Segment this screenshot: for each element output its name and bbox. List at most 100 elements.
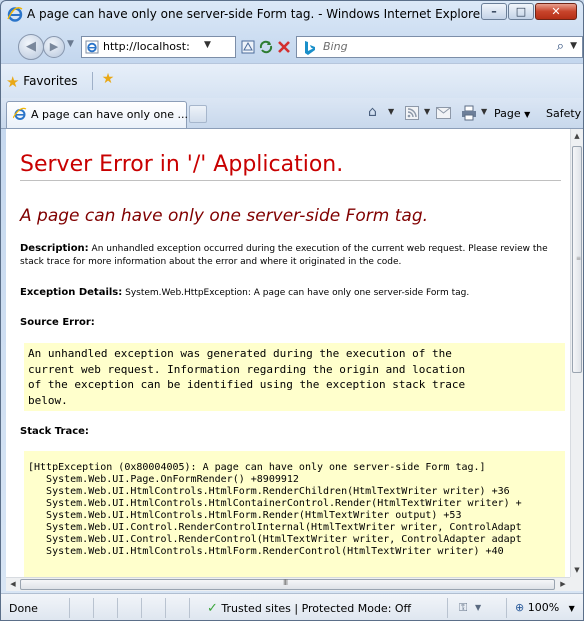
- safety-menu[interactable]: Safety: [546, 107, 581, 120]
- search-icon[interactable]: ⌕: [557, 39, 564, 54]
- maximize-button[interactable]: □: [508, 3, 534, 20]
- browser-tab[interactable]: A page can have only one ...: [6, 101, 188, 128]
- scroll-right-icon[interactable]: ▶: [556, 578, 570, 591]
- home-dropdown-icon[interactable]: ▼: [388, 107, 394, 116]
- maximize-icon: □: [515, 5, 527, 18]
- search-placeholder: Bing: [323, 40, 348, 53]
- home-icon[interactable]: ⌂: [368, 104, 377, 120]
- protected-mode-icon[interactable]: ⚿: [459, 601, 467, 615]
- status-divider: [447, 598, 448, 618]
- source-error-label: Source Error:: [20, 317, 95, 328]
- trusted-check-icon: ✓: [207, 601, 218, 616]
- stack-trace-label: Stack Trace:: [20, 426, 89, 437]
- server-error-heading: Server Error in '/' Application.: [20, 152, 344, 177]
- scrollbar-corner: [570, 577, 583, 591]
- stop-icon[interactable]: [276, 39, 292, 55]
- security-zone[interactable]: ✓ Trusted sites | Protected Mode: Off: [207, 601, 411, 616]
- tab-page-icon: [13, 107, 27, 120]
- horizontal-scrollbar[interactable]: ◀ III ▶: [6, 577, 570, 591]
- print-dropdown-icon[interactable]: ▼: [481, 107, 487, 116]
- exception-details-label: Exception Details:: [20, 287, 123, 298]
- internet-explorer-icon: [7, 7, 23, 22]
- forward-button[interactable]: ▶: [43, 36, 65, 58]
- back-button[interactable]: ◀: [18, 34, 44, 60]
- status-divider: [69, 598, 70, 618]
- page-menu-label: Page: [494, 107, 521, 120]
- scroll-up-icon[interactable]: ▲: [571, 129, 583, 143]
- back-arrow-icon: ◀: [26, 39, 36, 54]
- print-icon[interactable]: [461, 105, 477, 121]
- scroll-left-icon[interactable]: ◀: [6, 578, 20, 591]
- protected-mode-dropdown-icon[interactable]: ▼: [475, 603, 481, 612]
- address-url[interactable]: http://localhost:: [103, 40, 199, 53]
- minimize-icon: –: [491, 5, 497, 18]
- zoom-level[interactable]: ⊕ 100% ▼: [515, 601, 575, 614]
- close-button[interactable]: ✕: [535, 3, 577, 20]
- window-title: A page can have only one server-side For…: [27, 7, 486, 21]
- read-mail-icon[interactable]: [436, 107, 451, 119]
- tab-command-bar: A page can have only one ... ⌂ ▼ ▼ ▼ Pag…: [1, 98, 583, 129]
- vertical-thumb-grip-icon: ≡: [576, 255, 582, 262]
- address-bar[interactable]: http://localhost: ▼: [81, 36, 236, 58]
- tab-title: A page can have only one ...: [31, 108, 188, 121]
- status-divider: [141, 598, 142, 618]
- status-divider: [189, 598, 190, 618]
- safety-menu-label: Safety: [546, 107, 582, 120]
- zoom-value: 100%: [527, 601, 560, 614]
- address-dropdown-icon[interactable]: ▼: [204, 40, 211, 50]
- ie-window: A page can have only one server-side For…: [0, 0, 584, 621]
- favorites-separator: [92, 72, 93, 90]
- stack-trace-box: [HttpException (0x80004005): A page can …: [24, 451, 565, 577]
- horizontal-scroll-thumb[interactable]: III: [20, 578, 555, 590]
- description-paragraph: Description: An unhandled exception occu…: [20, 242, 560, 269]
- stack-trace-heading: Stack Trace:: [20, 425, 89, 439]
- bing-logo-icon: [305, 41, 315, 55]
- status-divider: [117, 598, 118, 618]
- refresh-icon[interactable]: [258, 39, 274, 55]
- favorites-button[interactable]: ★ Favorites: [6, 73, 78, 91]
- compatibility-view-icon[interactable]: [240, 39, 256, 55]
- status-text: Done: [9, 602, 38, 615]
- source-error-text: An unhandled exception was generated dur…: [28, 347, 466, 407]
- close-icon: ✕: [551, 5, 561, 18]
- caption-buttons: – □ ✕: [480, 3, 577, 20]
- add-to-favorites-bar-button[interactable]: ★: [98, 71, 118, 89]
- status-divider: [165, 598, 166, 618]
- new-tab-button[interactable]: [189, 105, 207, 123]
- source-error-box: An unhandled exception was generated dur…: [24, 343, 565, 411]
- favorites-label: Favorites: [23, 74, 78, 88]
- error-title: A page can have only one server-side For…: [20, 206, 429, 226]
- page-icon: [85, 40, 99, 54]
- stack-trace-text: [HttpException (0x80004005): A page can …: [28, 462, 522, 557]
- security-zone-label: Trusted sites | Protected Mode: Off: [221, 602, 412, 615]
- scroll-down-icon[interactable]: ▼: [571, 563, 583, 577]
- favorites-bar: ★ Favorites ★: [1, 63, 583, 99]
- favorites-star-icon: ★: [6, 73, 20, 91]
- page-viewport[interactable]: Server Error in '/' Application. A page …: [6, 129, 570, 577]
- search-box[interactable]: Bing ⌕ ▼: [296, 36, 583, 58]
- source-error-heading: Source Error:: [20, 316, 95, 330]
- vertical-scroll-thumb[interactable]: ≡: [572, 146, 582, 373]
- exception-details-text: System.Web.HttpException: A page can hav…: [122, 288, 470, 298]
- title-bar[interactable]: A page can have only one server-side For…: [1, 1, 583, 27]
- page-menu[interactable]: Page ▼: [494, 107, 530, 120]
- forward-arrow-icon: ▶: [49, 40, 59, 53]
- search-dropdown-icon[interactable]: ▼: [570, 41, 577, 51]
- page-menu-dropdown-icon: ▼: [524, 110, 531, 119]
- feeds-icon[interactable]: [405, 106, 419, 120]
- zoom-icon: ⊕: [515, 601, 525, 614]
- description-text: An unhandled exception occurred during t…: [20, 244, 548, 267]
- feeds-dropdown-icon[interactable]: ▼: [424, 107, 430, 116]
- zoom-dropdown-icon: ▼: [568, 604, 575, 613]
- recent-pages-dropdown[interactable]: ▼: [67, 39, 74, 49]
- status-bar: Done ✓ Trusted sites | Protected Mode: O…: [1, 593, 583, 620]
- minimize-button[interactable]: –: [481, 3, 507, 20]
- heading-divider: [20, 180, 561, 181]
- status-divider: [93, 598, 94, 618]
- exception-details-paragraph: Exception Details: System.Web.HttpExcept…: [20, 286, 560, 300]
- horizontal-thumb-grip-icon: III: [283, 578, 288, 587]
- status-divider: [506, 598, 507, 618]
- add-favorite-star-icon: ★: [101, 71, 115, 87]
- vertical-scrollbar[interactable]: ▲ ≡ ▼: [570, 129, 583, 577]
- description-label: Description:: [20, 243, 89, 254]
